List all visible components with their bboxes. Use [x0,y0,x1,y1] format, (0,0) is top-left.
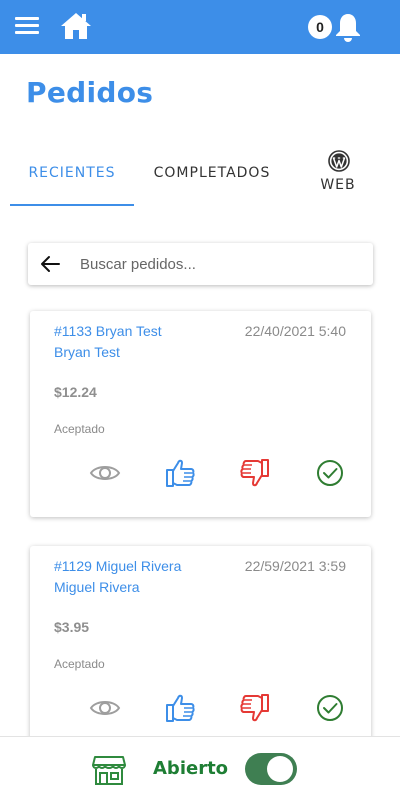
order-date: 22/40/2021 5:40 [244,323,346,339]
store-open-toggle[interactable] [245,753,297,785]
thumbs-down-icon [240,459,269,487]
customer-name: Bryan Test [54,344,120,360]
reject-order-button[interactable] [239,692,271,724]
check-circle-icon [317,460,343,486]
thumbs-up-icon [166,459,195,487]
order-amount: $12.24 [54,384,97,400]
search-bar [28,243,373,285]
top-app-bar: 0 [0,0,400,54]
bell-icon[interactable] [334,12,362,42]
view-order-button[interactable] [89,457,121,489]
tab-label: COMPLETADOS [153,165,271,181]
customer-name: Miguel Rivera [54,579,140,595]
order-date: 22/59/2021 3:59 [244,558,346,574]
order-card: #1133 Bryan Test Bryan Test 22/40/2021 5… [30,311,371,517]
toggle-knob [267,756,293,782]
eye-icon [89,701,121,715]
search-input[interactable] [80,249,360,279]
store-status-bar: Abierto [0,736,400,800]
accept-order-button[interactable] [164,692,196,724]
tab-label: RECIENTES [28,165,116,181]
order-card: #1129 Miguel Rivera Miguel Rivera 22/59/… [30,546,371,752]
accept-order-button[interactable] [164,457,196,489]
complete-order-button[interactable] [314,457,346,489]
active-tab-indicator [10,204,134,206]
complete-order-button[interactable] [314,692,346,724]
store-status-label: Abierto [153,758,229,779]
menu-icon[interactable] [15,16,39,36]
view-order-button[interactable] [89,692,121,724]
back-arrow-icon[interactable] [39,253,61,275]
order-status: Aceptado [54,422,105,436]
order-status: Aceptado [54,657,105,671]
check-circle-icon [317,695,343,721]
wordpress-icon [328,150,350,172]
notification-count-badge: 0 [308,15,332,39]
tab-bar: RECIENTES COMPLETADOS WEB [0,140,400,206]
home-icon[interactable] [60,11,92,41]
order-number-link[interactable]: #1129 Miguel Rivera [54,558,181,574]
order-amount: $3.95 [54,619,90,635]
tab-label: WEB [320,177,356,193]
page-title: Pedidos [26,76,154,109]
tab-web[interactable]: WEB [310,140,366,206]
tab-completados[interactable]: COMPLETADOS [150,140,274,206]
reject-order-button[interactable] [239,457,271,489]
store-icon [92,754,126,786]
tab-recientes[interactable]: RECIENTES [10,140,134,206]
thumbs-up-icon [166,694,195,722]
order-number-link[interactable]: #1133 Bryan Test [54,323,162,339]
thumbs-down-icon [240,694,269,722]
eye-icon [89,466,121,480]
